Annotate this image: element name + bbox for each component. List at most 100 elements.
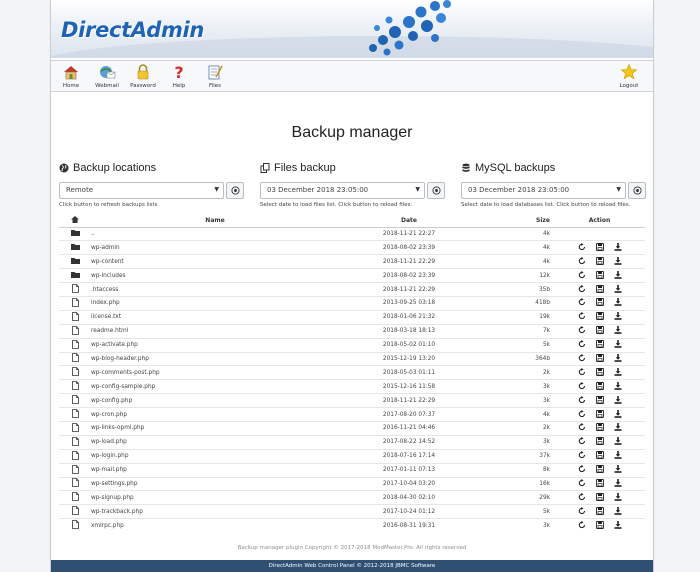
download-icon[interactable] <box>614 367 622 378</box>
download-icon[interactable] <box>614 326 622 336</box>
download-icon[interactable] <box>614 409 622 420</box>
mysql-backup-date-select[interactable]: 03 December 2018 23:05:00 ▼ <box>461 182 626 199</box>
save-icon[interactable] <box>595 298 604 308</box>
table-row[interactable]: .htaccess 2018-11-21 22:29 35b <box>59 282 645 297</box>
save-icon[interactable] <box>595 381 604 392</box>
restore-icon[interactable] <box>578 367 586 378</box>
restore-icon[interactable] <box>578 451 586 461</box>
row-name[interactable]: wp-trackback.php <box>91 504 339 519</box>
table-row[interactable]: wp-config.php 2018-11-21 22:29 3k <box>59 393 645 408</box>
table-row[interactable]: wp-includes 2018-08-02 23:39 12k <box>59 268 645 283</box>
table-row[interactable]: wp-links-opml.php 2016-11-21 04:46 2k <box>59 420 645 436</box>
files-backup-date-select[interactable]: 03 December 2018 23:05:00 ▼ <box>260 182 425 199</box>
row-name[interactable]: wp-load.php <box>91 434 339 450</box>
toolbar-logout[interactable]: Logout <box>611 63 647 89</box>
row-name[interactable]: index.php <box>91 295 339 311</box>
table-row[interactable]: readme.html 2018-03-18 18:13 7k <box>59 323 645 339</box>
restore-icon[interactable] <box>578 353 586 364</box>
backup-location-select[interactable]: Remote ▼ <box>59 182 224 199</box>
reload-files-button[interactable] <box>427 182 445 199</box>
save-icon[interactable] <box>595 270 604 281</box>
table-row[interactable]: wp-mail.php 2017-01-11 07:13 8k <box>59 462 645 478</box>
row-name[interactable]: readme.html <box>91 323 339 339</box>
save-icon[interactable] <box>595 479 604 489</box>
table-row[interactable]: wp-admin 2018-08-02 23:39 4k <box>59 240 645 255</box>
row-name[interactable]: wp-config-sample.php <box>91 379 339 394</box>
restore-icon[interactable] <box>578 506 586 517</box>
row-name[interactable]: wp-config.php <box>91 393 339 408</box>
table-row[interactable]: .. 2018-11-21 22:27 4k <box>59 226 645 241</box>
download-icon[interactable] <box>614 423 622 433</box>
table-row[interactable]: wp-config-sample.php 2015-12-16 11:58 3k <box>59 379 645 394</box>
download-icon[interactable] <box>614 298 622 308</box>
download-icon[interactable] <box>614 312 622 322</box>
table-row[interactable]: wp-comments-post.php 2018-05-03 01:11 2k <box>59 365 645 380</box>
download-icon[interactable] <box>614 465 622 475</box>
restore-icon[interactable] <box>578 284 586 295</box>
download-icon[interactable] <box>614 451 622 461</box>
save-icon[interactable] <box>595 340 604 350</box>
restore-icon[interactable] <box>578 298 586 308</box>
toolbar-webmail[interactable]: Webmail <box>89 63 125 89</box>
row-name[interactable]: wp-includes <box>91 268 339 283</box>
save-icon[interactable] <box>595 242 604 253</box>
table-row[interactable]: license.txt 2018-01-06 21:32 19k <box>59 309 645 325</box>
restore-icon[interactable] <box>578 437 586 447</box>
row-name[interactable]: wp-activate.php <box>91 337 339 353</box>
download-icon[interactable] <box>614 492 622 503</box>
save-icon[interactable] <box>595 492 604 503</box>
save-icon[interactable] <box>595 437 604 447</box>
toolbar-password[interactable]: Password <box>125 63 161 89</box>
restore-icon[interactable] <box>578 478 586 489</box>
save-icon[interactable] <box>595 465 604 475</box>
download-icon[interactable] <box>614 256 622 267</box>
row-name[interactable]: .. <box>91 226 339 241</box>
table-row[interactable]: wp-signup.php 2018-04-30 02:10 29k <box>59 490 645 505</box>
directadmin-logo[interactable]: DirectAdmin <box>61 18 204 42</box>
save-icon[interactable] <box>595 354 604 364</box>
download-icon[interactable] <box>614 437 622 447</box>
save-icon[interactable] <box>595 451 604 461</box>
row-name[interactable]: wp-admin <box>91 240 339 255</box>
restore-icon[interactable] <box>578 395 586 406</box>
restore-icon[interactable] <box>578 256 586 267</box>
download-icon[interactable] <box>614 520 622 531</box>
restore-icon[interactable] <box>578 242 586 253</box>
restore-icon[interactable] <box>578 423 586 433</box>
table-row[interactable]: wp-content 2018-11-21 22:29 4k <box>59 254 645 269</box>
restore-icon[interactable] <box>578 520 586 531</box>
toolbar-help[interactable]: ? Help <box>161 63 197 89</box>
table-row[interactable]: wp-load.php 2017-08-22 14:52 3k <box>59 434 645 450</box>
restore-icon[interactable] <box>578 465 586 475</box>
save-icon[interactable] <box>595 312 604 322</box>
save-icon[interactable] <box>595 423 604 433</box>
row-name[interactable]: wp-settings.php <box>91 476 339 491</box>
download-icon[interactable] <box>614 284 622 295</box>
row-name[interactable]: wp-blog-header.php <box>91 351 339 366</box>
row-name[interactable]: wp-content <box>91 254 339 269</box>
save-icon[interactable] <box>595 506 604 517</box>
refresh-locations-button[interactable] <box>226 182 244 199</box>
row-name[interactable]: wp-cron.php <box>91 407 339 422</box>
restore-icon[interactable] <box>578 326 586 336</box>
row-name[interactable]: xmlrpc.php <box>91 518 339 533</box>
row-name[interactable]: wp-comments-post.php <box>91 365 339 380</box>
download-icon[interactable] <box>614 478 622 489</box>
save-icon[interactable] <box>595 520 604 531</box>
row-name[interactable]: wp-mail.php <box>91 462 339 478</box>
save-icon[interactable] <box>595 367 604 378</box>
toolbar-home[interactable]: Home <box>53 63 89 89</box>
home-column-header[interactable] <box>59 214 91 228</box>
row-name[interactable]: .htaccess <box>91 282 339 297</box>
table-row[interactable]: wp-cron.php 2017-08-20 07:37 4k <box>59 407 645 422</box>
download-icon[interactable] <box>614 395 622 406</box>
download-icon[interactable] <box>614 242 622 253</box>
save-icon[interactable] <box>595 256 604 267</box>
table-row[interactable]: wp-trackback.php 2017-10-24 01:12 5k <box>59 504 645 519</box>
toolbar-files[interactable]: Files <box>197 63 233 89</box>
row-name[interactable]: wp-login.php <box>91 448 339 464</box>
download-icon[interactable] <box>614 353 622 364</box>
restore-icon[interactable] <box>578 340 586 350</box>
download-icon[interactable] <box>614 270 622 281</box>
save-icon[interactable] <box>595 326 604 336</box>
